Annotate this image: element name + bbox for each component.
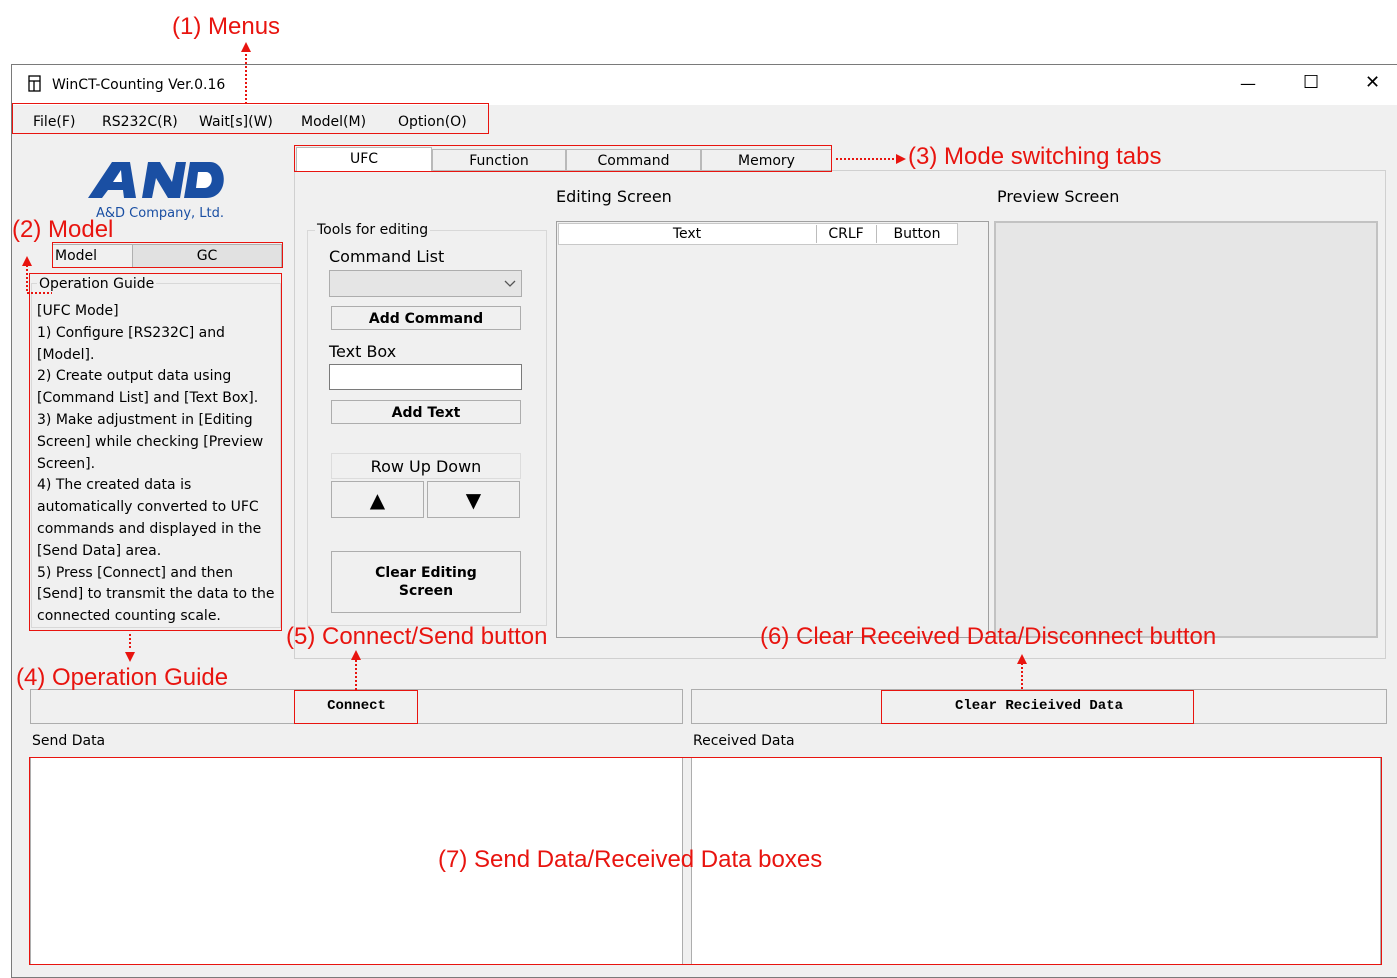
annotation-boxes: (7) Send Data/Received Data boxes — [438, 846, 823, 873]
annotation-tabs: (3) Mode switching tabs — [908, 143, 1162, 170]
annotation-connect: (5) Connect/Send button — [286, 623, 548, 650]
annotation-model: (2) Model — [12, 216, 114, 243]
annotation-clear: (6) Clear Received Data/Disconnect butto… — [760, 623, 1217, 650]
annotation-guide: (4) Operation Guide — [16, 664, 229, 691]
annotation-menus: (1) Menus — [172, 13, 281, 40]
annotation-arrows — [22, 42, 1027, 690]
